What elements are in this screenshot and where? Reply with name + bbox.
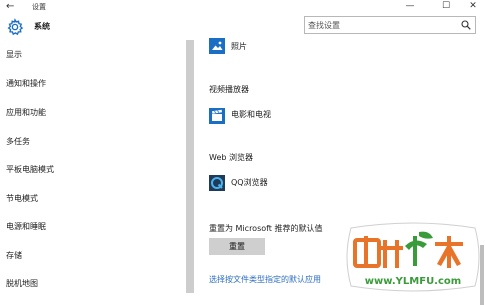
sidebar-item-storage[interactable]: 存储 bbox=[6, 251, 22, 261]
sidebar-item-multitasking[interactable]: 多任务 bbox=[6, 137, 30, 147]
window-title: 设置 bbox=[32, 3, 46, 11]
choose-by-file-type-link[interactable]: 选择按文件类型指定的默认应用 bbox=[209, 275, 321, 285]
watermark-logo: www.YLMFU.com bbox=[346, 222, 480, 292]
sidebar-item-offline-maps[interactable]: 脱机地图 bbox=[6, 279, 38, 289]
photos-app-label: 照片 bbox=[231, 42, 247, 51]
video-app-label: 电影和电视 bbox=[231, 110, 271, 119]
title-bar: ← 设置 — ☐ ✕ bbox=[0, 0, 485, 14]
search-input[interactable] bbox=[308, 17, 448, 33]
film-icon bbox=[209, 108, 225, 124]
minimize-button[interactable]: — bbox=[395, 0, 425, 14]
sidebar-scroll-thumb[interactable] bbox=[186, 40, 194, 293]
video-player-heading: 视频播放器 bbox=[209, 85, 249, 94]
watermark-url: www.YLMFU.com bbox=[365, 276, 461, 287]
maximize-button[interactable]: ☐ bbox=[431, 0, 461, 14]
search-box[interactable] bbox=[304, 16, 476, 34]
page-title: 系统 bbox=[34, 22, 50, 31]
search-icon[interactable] bbox=[461, 20, 471, 30]
sidebar-scrollbar[interactable] bbox=[186, 40, 194, 293]
sidebar: 显示 通知和操作 应用和功能 多任务 平板电脑模式 节电模式 电源和睡眠 存储 … bbox=[0, 40, 190, 293]
default-photo-viewer[interactable]: 照片 bbox=[209, 38, 299, 56]
sidebar-item-notifications[interactable]: 通知和操作 bbox=[6, 79, 46, 89]
back-arrow-icon[interactable]: ← bbox=[6, 1, 14, 13]
sidebar-item-battery-saver[interactable]: 节电模式 bbox=[6, 194, 38, 204]
reset-button[interactable]: 重置 bbox=[209, 238, 265, 255]
qq-browser-icon bbox=[209, 175, 225, 191]
sidebar-item-display[interactable]: 显示 bbox=[6, 50, 22, 60]
default-web-browser[interactable]: QQ浏览器 bbox=[209, 175, 309, 193]
reset-heading: 重置为 Microsoft 推荐的默认值 bbox=[209, 224, 323, 233]
default-video-player[interactable]: 电影和电视 bbox=[209, 108, 309, 126]
sidebar-item-power-sleep[interactable]: 电源和睡眠 bbox=[6, 222, 46, 232]
sidebar-item-tablet-mode[interactable]: 平板电脑模式 bbox=[6, 165, 54, 175]
web-browser-heading: Web 浏览器 bbox=[209, 153, 253, 162]
close-button[interactable]: ✕ bbox=[461, 0, 485, 14]
photos-icon bbox=[209, 38, 225, 54]
web-app-label: QQ浏览器 bbox=[231, 178, 268, 187]
sidebar-item-apps-features[interactable]: 应用和功能 bbox=[6, 108, 46, 118]
gear-icon bbox=[7, 18, 24, 36]
